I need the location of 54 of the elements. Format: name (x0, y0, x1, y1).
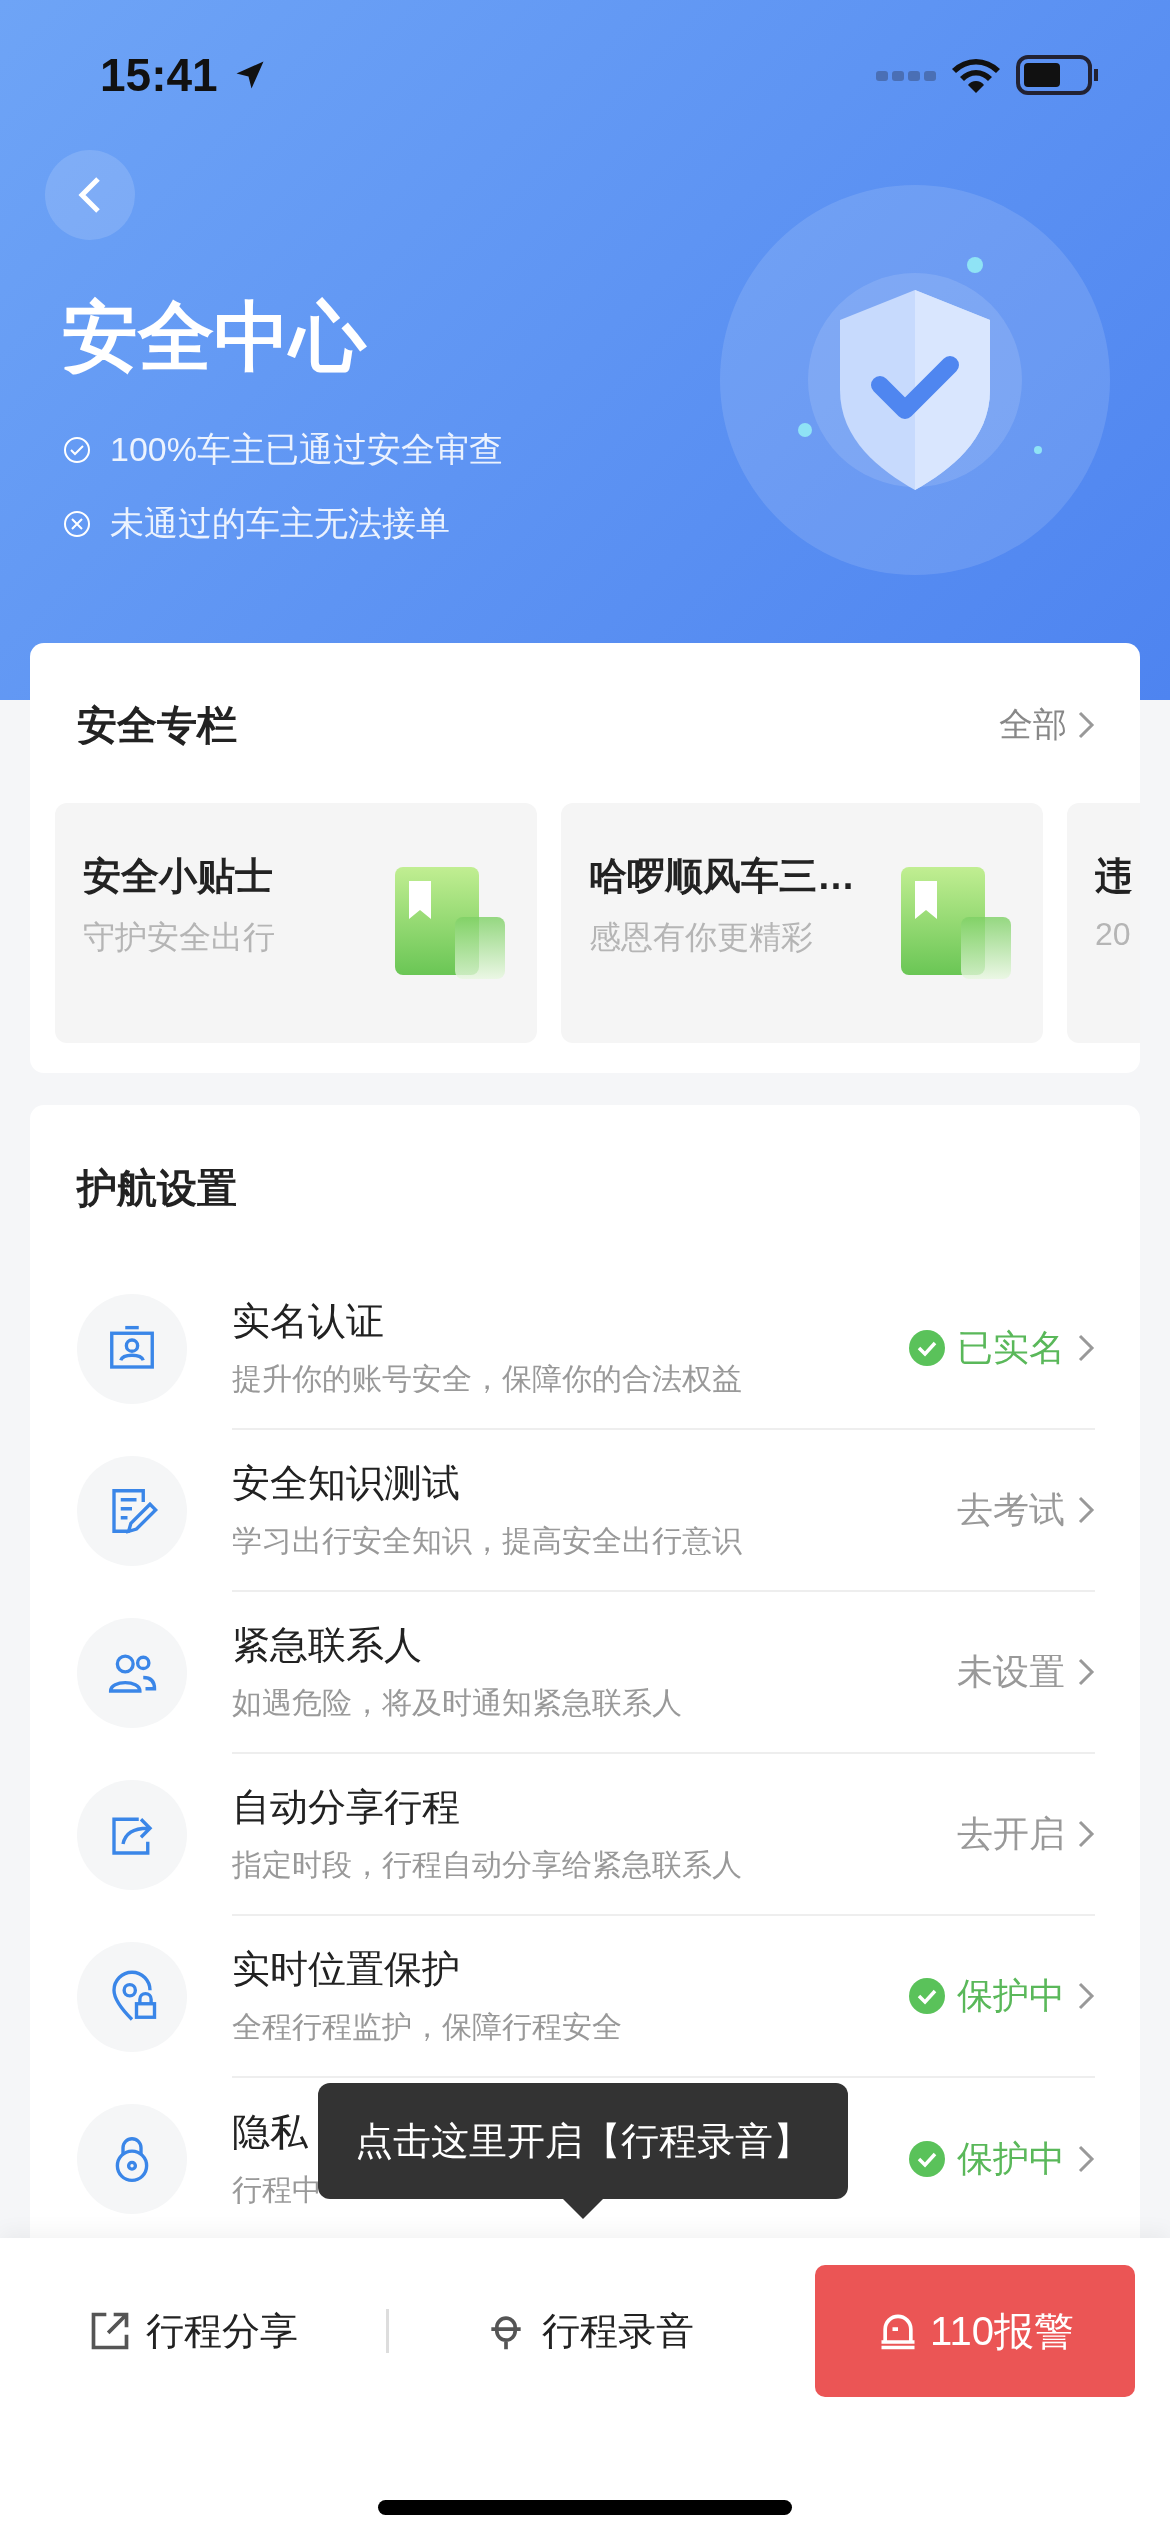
setting-title: 紧急联系人 (232, 1623, 423, 1668)
page-title: 安全中心 (62, 293, 366, 381)
header-note: 未通过的车主无法接单 (110, 503, 450, 544)
article-card[interactable]: 哈啰顺风车三… 感恩有你更精彩 (561, 803, 1043, 1043)
status-link[interactable]: 去考试 (957, 1485, 1095, 1535)
setting-description: 学习出行安全知识，提高安全出行意识 (232, 1523, 742, 1559)
book-icon (395, 867, 507, 979)
action-button[interactable]: 行程录音 (484, 2305, 694, 2357)
setting-title: 实名认证 (232, 1299, 385, 1344)
article-card[interactable]: 违 20 (1067, 803, 1140, 1043)
battery-icon (1016, 55, 1100, 95)
tooltip: 点击这里开启【行程录音】 (318, 2083, 848, 2219)
chevron-icon (1077, 1657, 1095, 1687)
action-button[interactable]: 行程分享 (88, 2305, 298, 2357)
status-link[interactable]: 保护中 (909, 2134, 1095, 2184)
see-all-link[interactable]: 全部 (999, 702, 1095, 748)
setting-description: 提升你的账号安全，保障你的合法权益 (232, 1361, 742, 1397)
back-icon (78, 175, 102, 215)
chevron-icon (1077, 1981, 1095, 2011)
check-circle-icon (909, 1330, 945, 1366)
tooltip-pointer-icon (563, 2199, 603, 2219)
section-title: 护航设置 (77, 1165, 238, 1212)
card-subtitle: 20 (1095, 916, 1132, 953)
chevron-icon (1077, 1495, 1095, 1525)
article-card[interactable]: 安全小贴士 守护安全出行 (55, 803, 537, 1043)
status-link[interactable]: 已实名 (909, 1323, 1095, 1373)
header-note: 100%车主已通过安全审查 (110, 429, 503, 470)
section-title: 安全专栏 (77, 701, 237, 749)
setting-title: 实时位置保护 (232, 1947, 461, 1992)
setting-title: 隐私 (232, 2110, 309, 2155)
alarm-button[interactable]: 110报警 (815, 2265, 1135, 2397)
card-title: 安全小贴士 (83, 854, 274, 899)
chevron-icon (1077, 2144, 1095, 2174)
card-subtitle: 守护安全出行 (83, 918, 275, 957)
check-circle-icon (62, 435, 92, 465)
chevron-icon (1077, 710, 1095, 740)
check-circle-icon (909, 2141, 945, 2177)
status-link[interactable]: 去开启 (957, 1809, 1095, 1859)
close-circle-icon (62, 509, 92, 539)
chevron-icon (1077, 1819, 1095, 1849)
setting-description: 全程行程监护，保障行程安全 (232, 2009, 622, 2045)
setting-title: 自动分享行程 (232, 1785, 461, 1830)
setting-description: 如遇危险，将及时通知紧急联系人 (232, 1685, 682, 1721)
status-link[interactable]: 未设置 (957, 1647, 1095, 1697)
card-title: 哈啰顺风车三… (589, 854, 855, 899)
card-title: 违 (1095, 854, 1133, 899)
status-time: 15:41 (100, 48, 218, 102)
setting-description: 指定时段，行程自动分享给紧急联系人 (232, 1847, 742, 1883)
book-icon (901, 867, 1013, 979)
card-subtitle: 感恩有你更精彩 (589, 918, 814, 957)
status-link[interactable]: 保护中 (909, 1971, 1095, 2021)
chevron-icon (1077, 1333, 1095, 1363)
setting-title: 安全知识测试 (232, 1461, 461, 1506)
check-circle-icon (909, 1978, 945, 2014)
